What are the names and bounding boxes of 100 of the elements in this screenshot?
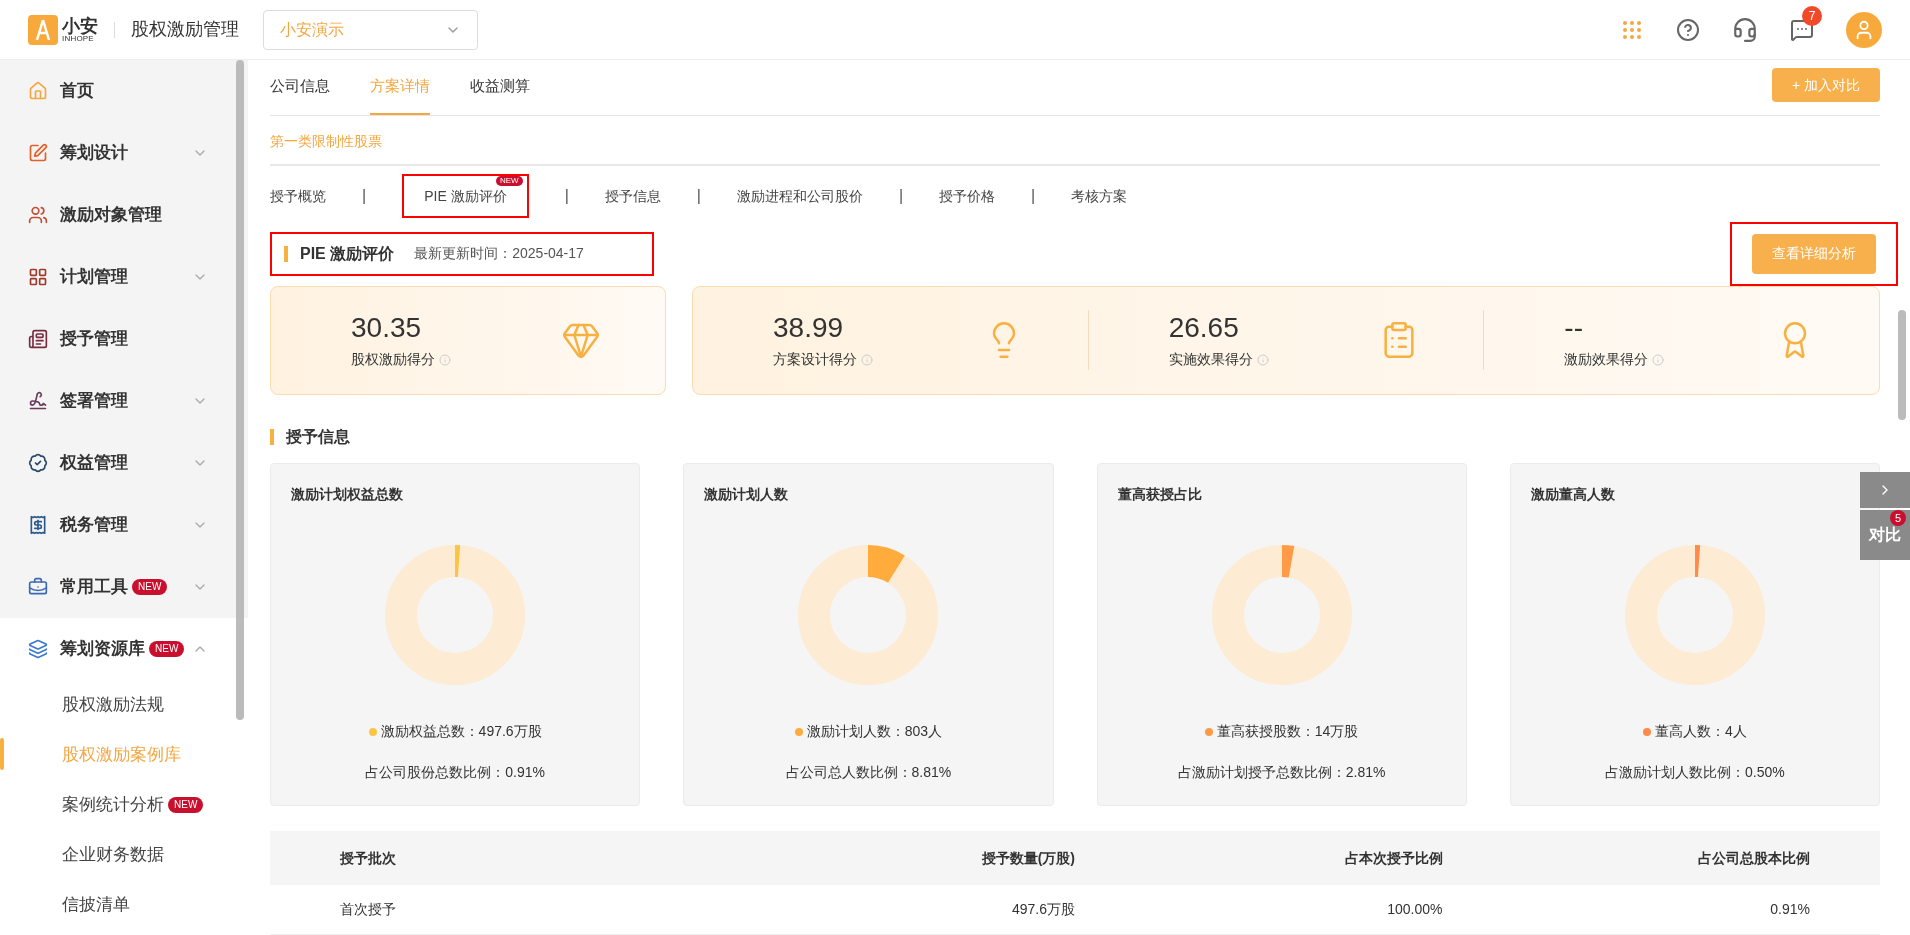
sidebar-item[interactable]: 税务管理	[0, 494, 248, 556]
section-heading: 授予信息	[270, 429, 1880, 445]
count-badge: 5	[1890, 510, 1906, 526]
column-header: 占本次授予比例	[1343, 848, 1443, 868]
compare-button[interactable]: 对比 5	[1860, 510, 1910, 560]
selection-bar	[0, 738, 4, 770]
score-label: 方案设计得分	[773, 350, 857, 370]
sidebar-label: 首页	[60, 80, 94, 103]
logo-icon	[28, 14, 58, 45]
submenu-label: 信披清单	[62, 894, 130, 917]
submenu-label: 股权激励案例库	[62, 744, 181, 767]
separator: |	[362, 185, 367, 206]
score-label: 股权激励得分	[351, 350, 435, 370]
headset-icon[interactable]	[1732, 16, 1758, 43]
tab[interactable]: PIE 激励评价	[424, 185, 507, 207]
sidebar-label: 权益管理	[60, 452, 128, 475]
separator: |	[898, 185, 904, 206]
column-header: 授予数量(万股)	[980, 848, 1075, 868]
pen-square-icon	[28, 143, 48, 163]
table-cell-text: 0.91%	[1769, 900, 1810, 919]
scrollbar[interactable]	[1898, 310, 1906, 420]
scrollbar[interactable]	[236, 60, 244, 720]
sidebar-label: 常用工具	[60, 576, 128, 599]
info-icon[interactable]	[861, 353, 873, 366]
heading-title: PIE 激励评价	[284, 245, 395, 262]
signature-icon	[28, 391, 48, 411]
card-title: 激励计划权益总数	[291, 485, 403, 504]
sidebar-item[interactable]: 筹划设计	[0, 122, 248, 184]
submenu-label: 企业财务数据	[62, 844, 164, 867]
app-title: 股权激励管理	[131, 18, 239, 41]
sidebar-label: 计划管理	[60, 266, 128, 289]
badge-icon	[28, 453, 48, 473]
submenu-item[interactable]: 案例统计分析 NEW	[0, 780, 248, 830]
score-value: 26.65	[1168, 311, 1240, 346]
sidebar-item[interactable]: 签署管理	[0, 370, 248, 432]
table-cell-text: 首次授予	[340, 900, 397, 919]
ratio-text: 占公司股份总数比例：0.91%	[365, 763, 545, 782]
column-header: 授予批次	[340, 848, 397, 868]
sidebar-item[interactable]: 激励对象管理	[0, 184, 248, 246]
info-icon[interactable]	[1652, 353, 1665, 366]
tab[interactable]: 收益测算	[470, 60, 530, 115]
sidebar-item[interactable]: 首页	[0, 60, 248, 122]
score-value: --	[1564, 311, 1584, 346]
sidebar-item[interactable]: 计划管理	[0, 246, 248, 308]
briefcase-icon	[28, 577, 48, 597]
card-title: 董高获授占比	[1117, 485, 1202, 504]
new-badge: NEW	[495, 175, 523, 186]
card-title: 激励计划人数	[704, 485, 789, 504]
update-time: 最新更新时间：2025-04-17	[414, 244, 584, 263]
submenu-label: 案例统计分析	[62, 794, 164, 817]
tab[interactable]: 授予信息	[604, 185, 661, 207]
new-badge: NEW	[132, 579, 168, 595]
new-badge: NEW	[149, 641, 185, 657]
logo-subtext: INHOPE	[62, 34, 94, 43]
tab[interactable]: 授予价格	[939, 185, 996, 207]
score-label: 激励效果得分	[1564, 350, 1649, 370]
sidebar-item[interactable]: 授予管理	[0, 308, 248, 370]
tab[interactable]: 公司信息	[270, 60, 330, 115]
column-header: 占公司总股本比例	[1697, 848, 1810, 868]
card-title: 激励董高人数	[1530, 485, 1615, 504]
sidebar-label: 筹划资源库	[60, 638, 145, 661]
sidebar-item[interactable]: 常用工具 NEW	[0, 556, 248, 618]
submenu-item[interactable]: 企业财务数据	[0, 830, 248, 880]
score-value: 38.99	[773, 311, 845, 346]
tab[interactable]: 考核方案	[1071, 185, 1128, 207]
new-badge: NEW	[168, 797, 204, 813]
grid-icon	[28, 267, 48, 287]
separator: |	[1031, 185, 1036, 206]
document-icon	[28, 329, 48, 349]
sidebar-label: 税务管理	[60, 514, 128, 537]
sidebar-label: 激励对象管理	[60, 204, 162, 227]
expand-button[interactable]	[1860, 472, 1910, 508]
score-value: 30.35	[351, 311, 423, 346]
logo-text: 小安	[62, 16, 98, 35]
ratio-text: 占激励计划人数比例：0.50%	[1605, 763, 1785, 782]
submenu-item[interactable]: 股权激励法规	[0, 680, 248, 730]
tab[interactable]: 激励进程和公司股价	[736, 185, 863, 207]
legend-label: 激励权益总数：497.6万股	[380, 722, 542, 741]
sidebar-item[interactable]: 权益管理	[0, 432, 248, 494]
table-cell-text: 497.6万股	[1010, 900, 1075, 919]
info-icon[interactable]	[439, 353, 451, 366]
notification-badge: 7	[1802, 5, 1822, 26]
submenu-label: 股权激励法规	[62, 694, 164, 717]
submenu-item[interactable]: 信披清单	[0, 880, 248, 930]
info-icon[interactable]	[1256, 353, 1269, 366]
receipt-icon	[28, 515, 48, 535]
avatar[interactable]	[1846, 11, 1882, 48]
score-label: 实施效果得分	[1168, 350, 1253, 370]
sidebar-label: 签署管理	[60, 390, 128, 413]
tab[interactable]: 授予概览	[270, 185, 326, 207]
separator: |	[696, 185, 701, 206]
legend-label: 董高人数：4人	[1654, 722, 1747, 741]
table-cell-text: 100.00%	[1386, 900, 1443, 919]
legend-label: 激励计划人数：803人	[806, 722, 943, 741]
help-icon[interactable]	[1676, 17, 1700, 42]
layers-icon	[28, 639, 48, 659]
people-icon	[28, 205, 48, 225]
ratio-text: 占激励计划授予总数比例：2.81%	[1177, 763, 1386, 782]
ratio-text: 占公司总人数比例：8.81%	[785, 763, 952, 782]
home-icon	[28, 81, 48, 101]
